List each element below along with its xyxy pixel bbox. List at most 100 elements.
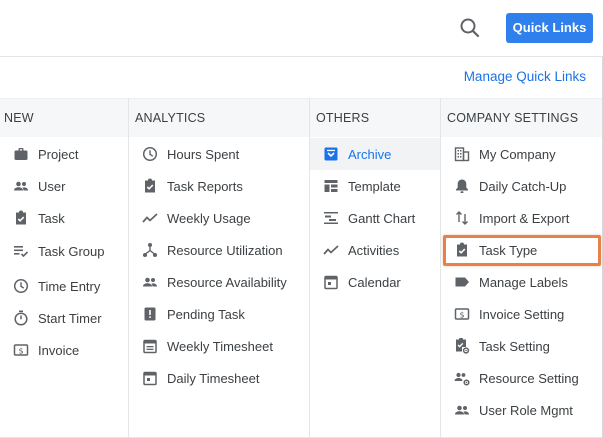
users-icon	[141, 273, 159, 291]
menu-item-label: Activities	[348, 242, 400, 258]
menu-item-label: User	[38, 178, 66, 194]
column-header-new: NEW	[4, 111, 34, 125]
calendar-list-icon	[141, 337, 159, 355]
clipboard-check-icon	[141, 177, 159, 195]
menu-item-task-setting[interactable]: Task Setting	[453, 330, 598, 362]
users-icon	[453, 401, 471, 419]
clipboard-gear-icon	[453, 337, 471, 355]
column-header-analytics: ANALYTICS	[135, 111, 206, 125]
template-icon	[322, 177, 340, 195]
svg-text:$: $	[459, 310, 464, 319]
column-header-others: OTHERS	[316, 111, 370, 125]
menu-item-label: Task	[38, 210, 65, 226]
clipboard-check-icon	[12, 209, 30, 227]
menu-item-label: Manage Labels	[479, 274, 568, 290]
bell-icon	[453, 177, 471, 195]
menu-item-calendar[interactable]: Calendar	[322, 266, 437, 298]
column-divider	[128, 98, 129, 438]
menu-item-start-timer[interactable]: Start Timer	[12, 302, 124, 334]
menu-item-weekly-usage[interactable]: Weekly Usage	[141, 202, 306, 234]
swap-vertical-icon	[453, 209, 471, 227]
menu-item-label: Import & Export	[479, 210, 570, 226]
menu-item-task-type[interactable]: Task Type	[453, 234, 598, 266]
menu-item-label: Daily Catch-Up	[479, 178, 567, 194]
menu-item-label: Task Reports	[167, 178, 243, 194]
quick-links-button[interactable]: Quick Links	[506, 13, 593, 43]
menu-item-label: Pending Task	[167, 306, 245, 322]
menu-item-manage-labels[interactable]: Manage Labels	[453, 266, 598, 298]
menu-item-task-reports[interactable]: Task Reports	[141, 170, 306, 202]
menu-item-gantt-chart[interactable]: Gantt Chart	[322, 202, 437, 234]
trend-line-icon	[322, 241, 340, 259]
column-headers: NEW ANALYTICS OTHERS COMPANY SETTINGS	[0, 98, 602, 137]
menu-item-label: Weekly Timesheet	[167, 338, 273, 354]
menu-item-hours-spent[interactable]: Hours Spent	[141, 138, 306, 170]
search-icon[interactable]	[456, 14, 484, 42]
menu-item-user[interactable]: User	[12, 170, 124, 202]
menu-item-daily-timesheet[interactable]: Daily Timesheet	[141, 362, 306, 394]
trend-line-icon	[141, 209, 159, 227]
menu-item-label: Time Entry	[38, 278, 101, 294]
users-icon	[12, 177, 30, 195]
menu-item-label: Gantt Chart	[348, 210, 416, 226]
label-icon	[453, 273, 471, 291]
menu-item-label: Invoice	[38, 342, 80, 358]
menu-item-my-company[interactable]: My Company	[453, 138, 598, 170]
menu-item-project[interactable]: Project	[12, 138, 124, 170]
invoice-icon: $	[12, 341, 30, 359]
gantt-icon	[322, 209, 340, 227]
archive-icon	[322, 145, 340, 163]
invoice-icon: $	[453, 305, 471, 323]
menu-item-label: Calendar	[348, 274, 401, 290]
building-icon	[453, 145, 471, 163]
column-divider	[440, 98, 441, 438]
menu-item-label: Archive	[348, 146, 392, 162]
menu-item-task[interactable]: Task	[12, 202, 124, 234]
menu-item-archive[interactable]: Archive	[310, 138, 440, 170]
top-bar: Quick Links	[0, 0, 603, 55]
clipboard-check-icon	[453, 241, 471, 259]
menu-item-label: Daily Timesheet	[167, 370, 260, 386]
menu-item-label: Task Setting	[479, 338, 550, 354]
menu-item-invoice[interactable]: $ Invoice	[12, 334, 124, 366]
menu-item-invoice-setting[interactable]: $ Invoice Setting	[453, 298, 598, 330]
menu-item-label: User Role Mgmt	[479, 402, 573, 418]
menu-item-resource-utilization[interactable]: Resource Utilization	[141, 234, 306, 266]
briefcase-icon	[12, 145, 30, 163]
menu-item-task-group[interactable]: Task Group	[12, 235, 124, 267]
menu-item-weekly-timesheet[interactable]: Weekly Timesheet	[141, 330, 306, 362]
menu-item-label: My Company	[479, 146, 556, 162]
menu-item-label: Start Timer	[38, 310, 102, 326]
column-header-company-settings: COMPANY SETTINGS	[447, 111, 579, 125]
menu-item-label: Hours Spent	[167, 146, 240, 162]
list-check-icon	[12, 242, 30, 260]
menu-item-label: Task Type	[479, 242, 538, 258]
menu-item-pending-task[interactable]: Pending Task	[141, 298, 306, 330]
quick-links-panel: Manage Quick Links NEW ANALYTICS OTHERS …	[0, 56, 603, 438]
timer-icon	[12, 309, 30, 327]
menu-item-daily-catch-up[interactable]: Daily Catch-Up	[453, 170, 598, 202]
menu-item-label: Resource Utilization	[167, 242, 283, 258]
users-gear-icon	[453, 369, 471, 387]
alert-clipboard-icon	[141, 305, 159, 323]
menu-item-label: Invoice Setting	[479, 306, 565, 322]
network-icon	[141, 241, 159, 259]
calendar-icon	[141, 369, 159, 387]
menu-item-time-entry[interactable]: Time Entry	[12, 270, 124, 302]
menu-item-label: Task Group	[38, 243, 105, 259]
calendar-icon	[322, 273, 340, 291]
menu-item-resource-availability[interactable]: Resource Availability	[141, 266, 306, 298]
menu-item-label: Weekly Usage	[167, 210, 251, 226]
clock-icon	[141, 145, 159, 163]
menu-item-template[interactable]: Template	[322, 170, 437, 202]
menu-item-activities[interactable]: Activities	[322, 234, 437, 266]
menu-item-label: Resource Availability	[167, 274, 287, 290]
menu-item-label: Template	[348, 178, 401, 194]
manage-quick-links-link[interactable]: Manage Quick Links	[464, 69, 586, 84]
clock-icon	[12, 277, 30, 295]
menu-item-label: Project	[38, 146, 79, 162]
menu-item-import-export[interactable]: Import & Export	[453, 202, 598, 234]
menu-item-resource-setting[interactable]: Resource Setting	[453, 362, 598, 394]
menu-item-user-role-mgmt[interactable]: User Role Mgmt	[453, 394, 598, 426]
menu-item-label: Resource Setting	[479, 370, 579, 386]
